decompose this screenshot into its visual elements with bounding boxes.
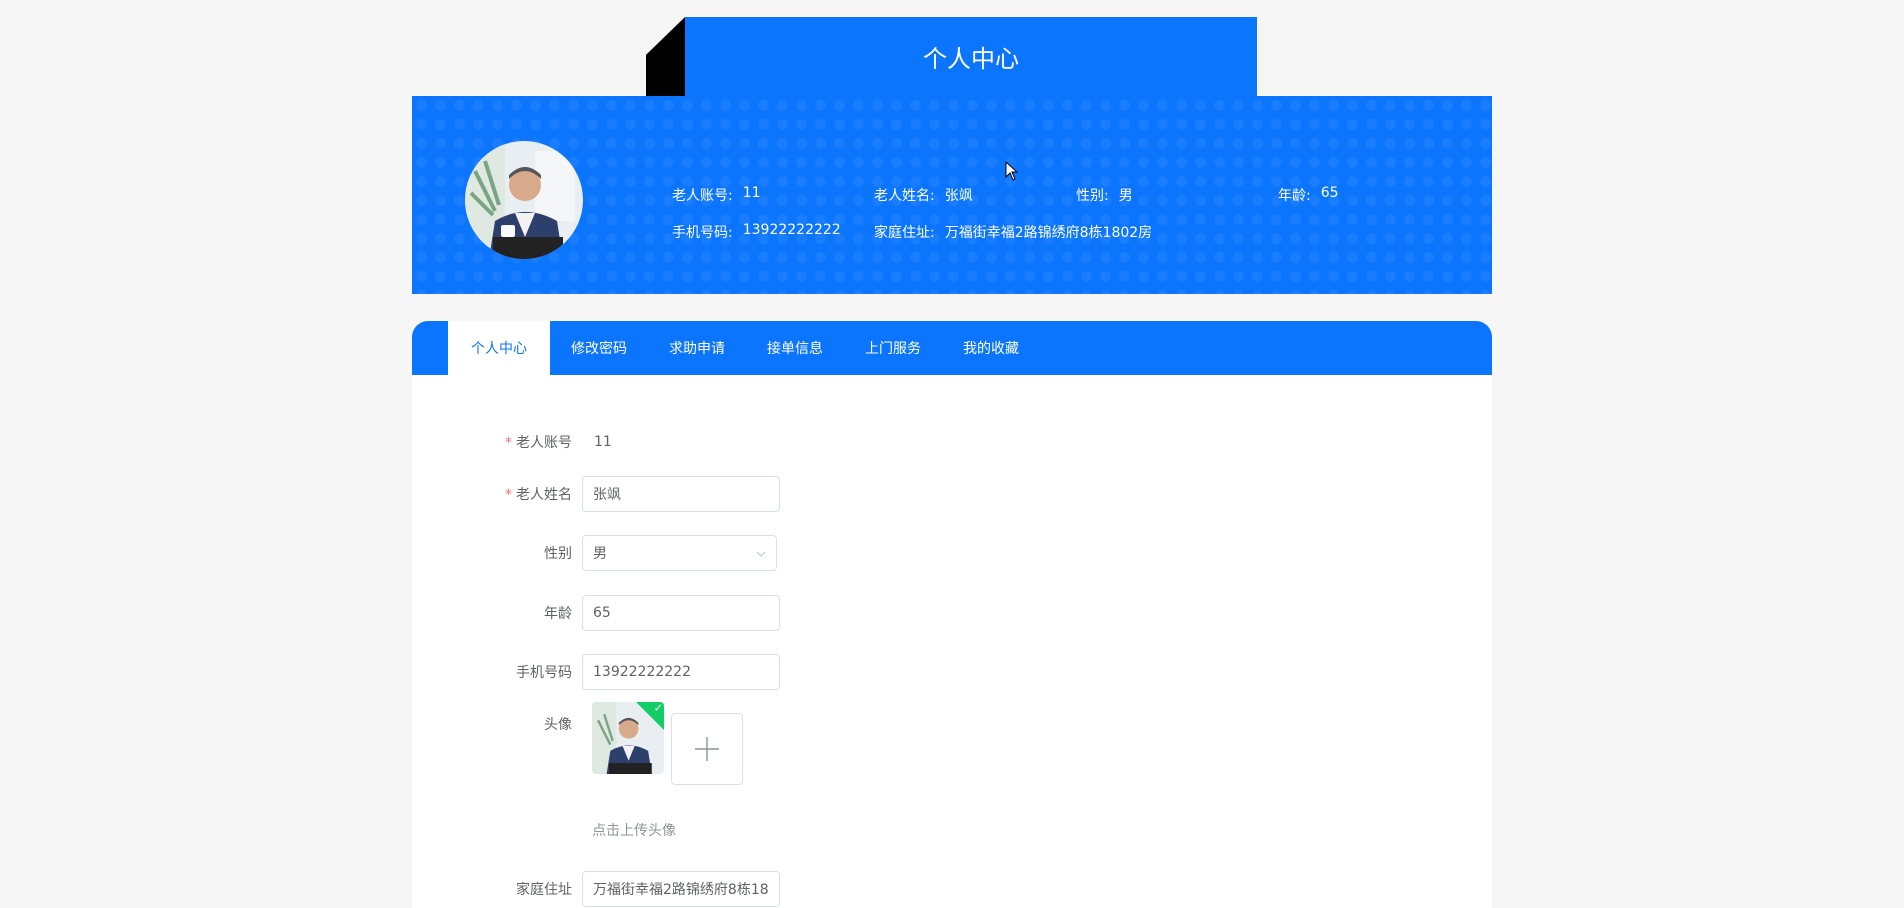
age-label-text: 年龄 [544, 606, 572, 622]
profile-name: 老人姓名: 张飒 [874, 185, 1076, 205]
avatar-uploader: ✓ [592, 702, 743, 785]
mouse-cursor-icon [1005, 161, 1019, 181]
account-label: * 老人账号 [412, 432, 582, 452]
profile-name-value: 张飒 [944, 187, 973, 204]
check-icon: ✓ [653, 702, 663, 715]
form-row-address: 家庭住址 [412, 871, 780, 907]
gender-label: 性别 [412, 543, 582, 563]
gender-label-text: 性别 [544, 546, 572, 562]
profile-info-row: 手机号码: 13922222222 家庭住址: 万福街幸福2路锦绣府8栋1802… [672, 213, 1480, 250]
account-label-text: 老人账号 [516, 435, 572, 451]
profile-phone: 手机号码: 13922222222 [672, 222, 874, 242]
phone-label: 手机号码 [412, 662, 582, 682]
plus-icon [695, 737, 719, 761]
profile-info: 老人账号: 11 老人姓名: 张飒 性别: 男 年龄: 65 手机号码: 139… [672, 176, 1480, 250]
gender-select-value: 男 [593, 546, 607, 562]
avatar-label-text: 头像 [544, 717, 572, 733]
profile-address-label: 家庭住址: [874, 224, 935, 241]
gender-select[interactable]: 男 [582, 535, 777, 571]
page-title: 个人中心 [685, 17, 1257, 96]
tab-label: 接单信息 [767, 341, 823, 357]
tab-label: 我的收藏 [963, 341, 1019, 357]
phone-label-text: 手机号码 [516, 665, 572, 681]
address-label-text: 家庭住址 [516, 882, 572, 898]
profile-age: 年龄: 65 [1278, 185, 1480, 205]
tab-label: 上门服务 [865, 341, 921, 357]
age-input[interactable] [582, 595, 780, 631]
address-input[interactable] [582, 871, 780, 907]
profile-gender: 性别: 男 [1076, 185, 1278, 205]
tab-label: 求助申请 [669, 341, 725, 357]
age-label: 年龄 [412, 603, 582, 623]
name-label: * 老人姓名 [412, 484, 582, 504]
upload-hint: 点击上传头像 [592, 823, 676, 839]
phone-input[interactable] [582, 654, 780, 690]
tab-my-favorites[interactable]: 我的收藏 [942, 321, 1040, 375]
required-mark: * [505, 487, 512, 503]
profile-age-label: 年龄: [1278, 187, 1311, 204]
form-row-gender: 性别 男 [412, 535, 777, 571]
form-row-avatar: 头像 [412, 714, 582, 734]
profile-account: 老人账号: 11 [672, 185, 874, 205]
tab-label: 个人中心 [471, 341, 527, 357]
tab-home-service[interactable]: 上门服务 [844, 321, 942, 375]
tab-change-password[interactable]: 修改密码 [550, 321, 648, 375]
name-input[interactable] [582, 476, 780, 512]
form-row-phone: 手机号码 [412, 654, 780, 690]
tab-label: 修改密码 [571, 341, 627, 357]
upload-button[interactable] [671, 713, 743, 785]
profile-account-value: 11 [742, 184, 761, 201]
page-title-text: 个人中心 [923, 45, 1019, 73]
form-row-name: * 老人姓名 [412, 476, 780, 512]
tab-personal-center[interactable]: 个人中心 [448, 321, 550, 375]
avatar-label: 头像 [412, 714, 582, 734]
profile-banner: 老人账号: 11 老人姓名: 张飒 性别: 男 年龄: 65 手机号码: 139… [412, 96, 1492, 294]
form-row-account: * 老人账号 11 [412, 424, 612, 460]
required-mark: * [505, 435, 512, 451]
chevron-down-icon [756, 546, 766, 560]
avatar [465, 141, 583, 259]
profile-name-label: 老人姓名: [874, 187, 935, 204]
profile-age-value: 65 [1320, 184, 1339, 201]
form-row-age: 年龄 [412, 595, 780, 631]
account-value: 11 [594, 434, 612, 450]
title-ribbon-fold [646, 17, 685, 96]
name-label-text: 老人姓名 [516, 487, 572, 503]
tab-bar: 个人中心 修改密码 求助申请 接单信息 上门服务 我的收藏 [412, 321, 1492, 375]
profile-address-value: 万福街幸福2路锦绣府8栋1802房 [944, 224, 1153, 241]
avatar-photo [465, 141, 583, 259]
avatar-thumbnail[interactable]: ✓ [592, 702, 664, 774]
profile-account-label: 老人账号: [672, 187, 733, 204]
profile-form: *老人账号 11 *老人姓名 性别 男 年龄 手机号码 [412, 375, 1492, 908]
tab-order-info[interactable]: 接单信息 [746, 321, 844, 375]
profile-gender-label: 性别: [1076, 187, 1109, 204]
profile-phone-value: 13922222222 [742, 221, 841, 238]
profile-address: 家庭住址: 万福街幸福2路锦绣府8栋1802房 [874, 222, 1152, 242]
tab-help-request[interactable]: 求助申请 [648, 321, 746, 375]
profile-gender-value: 男 [1118, 187, 1133, 204]
address-label: 家庭住址 [412, 879, 582, 899]
profile-phone-label: 手机号码: [672, 224, 733, 241]
profile-info-row: 老人账号: 11 老人姓名: 张飒 性别: 男 年龄: 65 [672, 176, 1480, 213]
